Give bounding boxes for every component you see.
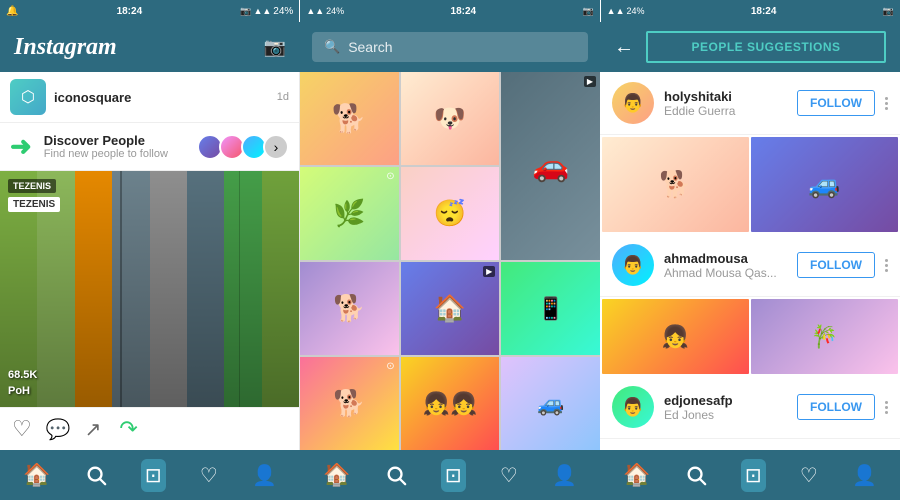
status-icons-2: ▲▲24% (306, 6, 344, 16)
right-panel: 👨 holyshitaki Eddie Guerra FOLLOW 🐕 🚙 (600, 72, 900, 450)
right-photos-grid: 🐕 🚙 (600, 135, 900, 234)
post-actions: ♡ 💬 ↗ ↷ (0, 407, 299, 450)
like-icon[interactable]: ♡ (12, 416, 32, 442)
photo-grid: 🐕 🐶 🚗 ▶ 🌿 ⊙ 😴 🐕 🏠 (300, 72, 600, 450)
more-options-2[interactable] (885, 259, 888, 272)
grid-cell-5[interactable]: 🐕 (300, 262, 399, 355)
grid-cell-2[interactable]: 🐶 (401, 72, 500, 165)
grid-cell-house-1[interactable]: 🚗 ▶ (501, 72, 600, 260)
profile-nav-icon[interactable]: 👤 (252, 463, 277, 488)
video-indicator: ▶ (584, 76, 596, 87)
suggestion-info-3: edjonesafp Ed Jones (664, 393, 787, 422)
camera-overlay-2: ⊙ (386, 361, 394, 372)
discover-people-banner[interactable]: ➜ Discover People Find new people to fol… (0, 123, 299, 171)
more-options-3[interactable] (885, 401, 888, 414)
right-grid-img-1[interactable]: 🐕 (602, 137, 749, 232)
suggestion-username-2[interactable]: ahmadmousa (664, 251, 787, 266)
follow-button-3[interactable]: FOLLOW (797, 394, 875, 420)
suggestion-avatar-2[interactable]: 👨 (612, 244, 654, 286)
status-icons-4: ▲▲24% (607, 6, 645, 16)
search-icon: 🔍 (324, 39, 340, 55)
tezenis-badge: TEZENIS (8, 179, 56, 193)
discover-title: Discover People (44, 133, 193, 148)
suggestion-username-1[interactable]: holyshitaki (664, 89, 787, 104)
discover-arrow-icon: ➜ (10, 131, 32, 162)
tezenis-tag: TEZENIS (8, 197, 60, 212)
profile-nav-icon-3[interactable]: 👤 (852, 463, 877, 488)
discover-text: Discover People Find new people to follo… (44, 133, 193, 160)
mini-avatar-4: › (263, 134, 289, 160)
follow-button-1[interactable]: FOLLOW (797, 90, 875, 116)
search-nav-icon[interactable] (85, 464, 107, 486)
camera-nav-icon-4[interactable]: ⊡ (741, 459, 766, 492)
search-bar[interactable]: 🔍 Search (312, 32, 588, 62)
people-suggestions-button[interactable]: PEOPLE SUGGESTIONS (646, 31, 886, 63)
suggestion-item-2: 👨 ahmadmousa Ahmad Mousa Qas... FOLLOW (600, 234, 900, 297)
instagram-logo: Instagram (14, 34, 117, 61)
bottom-nav-1: 🏠 ⊡ ♡ 👤 (0, 450, 300, 500)
grid-cell-9[interactable]: 👧👧 (401, 357, 500, 450)
search-nav-icon-2[interactable] (385, 464, 407, 486)
follow-button-2[interactable]: FOLLOW (797, 252, 875, 278)
post-header: ⬡ iconosquare 1d (0, 72, 299, 123)
share-icon[interactable]: ↗ (85, 417, 102, 442)
camera-nav-icon-2[interactable]: ⊡ (141, 459, 166, 492)
suggestion-info-2: ahmadmousa Ahmad Mousa Qas... (664, 251, 787, 280)
suggestion-fullname-2: Ahmad Mousa Qas... (664, 266, 787, 280)
suggestion-info-1: holyshitaki Eddie Guerra (664, 89, 787, 118)
grid-cell-3[interactable]: 🌿 ⊙ (300, 167, 399, 260)
suggestion-avatar-3[interactable]: 👨 (612, 386, 654, 428)
suggestion-avatar-1[interactable]: 👨 (612, 82, 654, 124)
right-grid-img-4[interactable]: 🎋 (751, 299, 898, 374)
camera-overlay: ⊙ (386, 171, 394, 182)
suggestion-item-1: 👨 holyshitaki Eddie Guerra FOLLOW (600, 72, 900, 135)
search-nav-icon-3[interactable] (685, 464, 707, 486)
status-time-3: 18:24 (751, 6, 777, 17)
discover-subtitle: Find new people to follow (44, 148, 193, 160)
camera-nav-icon[interactable]: 📷 (264, 37, 286, 58)
grid-cell-4[interactable]: 😴 (401, 167, 500, 260)
search-placeholder: Search (348, 39, 392, 55)
suggestion-username-3[interactable]: edjonesafp (664, 393, 787, 408)
camera-nav-icon-3[interactable]: ⊡ (441, 459, 466, 492)
grid-cell-1[interactable]: 🐕 (300, 72, 399, 165)
bottom-nav-3: 🏠 ⊡ ♡ 👤 (600, 450, 900, 500)
post-time: 1d (277, 91, 289, 103)
suggestion-fullname-3: Ed Jones (664, 408, 787, 422)
status-icons-5: 📷 (883, 6, 894, 17)
home-nav-icon[interactable]: 🏠 (23, 462, 50, 488)
status-time-1: 18:24 (117, 6, 143, 17)
user-avatar[interactable]: ⬡ (10, 79, 46, 115)
post-stats: 68.5K PoH (8, 368, 37, 399)
home-nav-icon-2[interactable]: 🏠 (323, 462, 350, 488)
discover-avatars: › (201, 134, 289, 160)
post-image: TEZENIS TEZENIS 68.5K PoH (0, 171, 299, 407)
video-indicator-2: ▶ (483, 266, 495, 277)
comment-icon[interactable]: 💬 (46, 417, 71, 442)
status-icons-1: 📷 ▲▲ 24% (240, 6, 293, 17)
more-options-1[interactable] (885, 97, 888, 110)
suggestion-fullname-1: Eddie Guerra (664, 104, 787, 118)
grid-cell-10[interactable]: 🚙 (501, 357, 600, 450)
home-nav-icon-3[interactable]: 🏠 (623, 462, 650, 488)
back-arrow-icon[interactable]: ← (614, 36, 634, 59)
right-photos-grid-2: 👧 🎋 (600, 297, 900, 376)
grid-cell-6[interactable]: 🏠 ▶ (401, 262, 500, 355)
profile-nav-icon-2[interactable]: 👤 (552, 463, 577, 488)
scroll-arrow-icon: ↷ (119, 416, 137, 442)
status-time-2: 18:24 (451, 6, 477, 17)
right-grid-img-2[interactable]: 🚙 (751, 137, 898, 232)
heart-nav-icon[interactable]: ♡ (200, 463, 218, 488)
status-icons-3: 📷 (582, 6, 593, 17)
suggestion-item-3: 👨 edjonesafp Ed Jones FOLLOW (600, 376, 900, 439)
bottom-nav-2: 🏠 ⊡ ♡ 👤 (300, 450, 600, 500)
grid-cell-7[interactable]: 📱 (501, 262, 600, 355)
notification-icon: 🔔 (6, 6, 18, 17)
heart-nav-icon-2[interactable]: ♡ (500, 463, 518, 488)
grid-cell-8[interactable]: 🐕 ⊙ (300, 357, 399, 450)
heart-nav-icon-3[interactable]: ♡ (800, 463, 818, 488)
post-user-info: iconosquare (54, 90, 131, 105)
right-grid-img-3[interactable]: 👧 (602, 299, 749, 374)
post-username[interactable]: iconosquare (54, 90, 131, 105)
